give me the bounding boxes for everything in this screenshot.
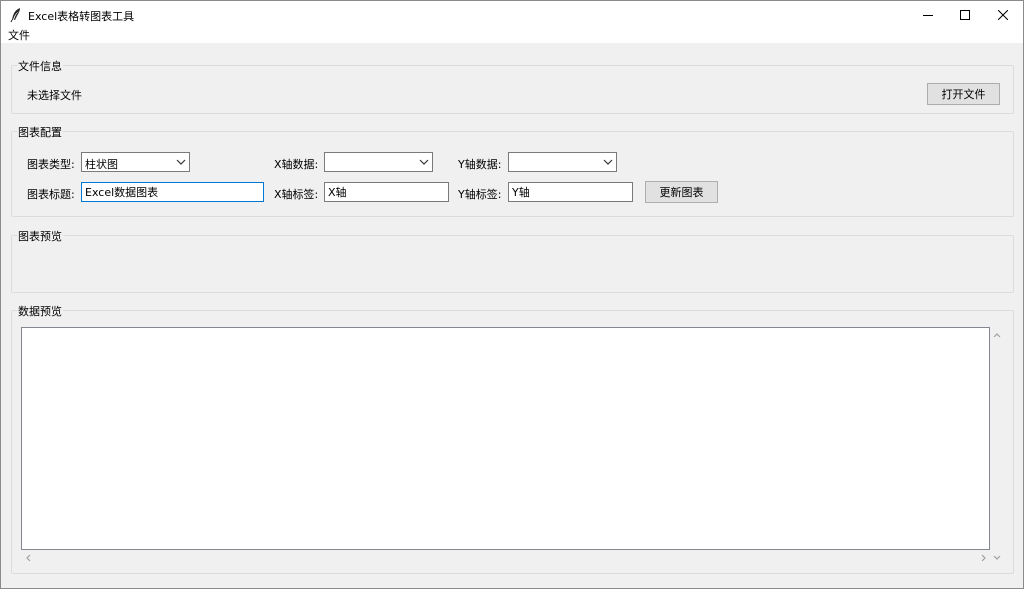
- open-file-button[interactable]: 打开文件: [927, 83, 1000, 105]
- chart-config-group: [11, 131, 1014, 217]
- file-info-group-label: 文件信息: [17, 58, 63, 74]
- chevron-down-icon: [419, 159, 429, 165]
- chart-preview-group-label: 图表预览: [17, 228, 63, 244]
- scroll-right-icon[interactable]: [980, 553, 988, 563]
- chart-preview-group: [11, 235, 1014, 293]
- x-label-label: X轴标签:: [274, 188, 319, 201]
- x-data-label: X轴数据:: [274, 158, 319, 171]
- title-bar[interactable]: Excel表格转图表工具: [1, 1, 1023, 29]
- menu-bar: 文件: [1, 29, 1023, 43]
- minimize-button[interactable]: [909, 1, 947, 29]
- x-label-input[interactable]: [324, 182, 449, 202]
- chart-type-label: 图表类型:: [27, 158, 75, 171]
- menu-file[interactable]: 文件: [8, 29, 30, 43]
- feather-icon: [10, 8, 20, 23]
- x-data-select[interactable]: [324, 152, 433, 172]
- chart-title-input[interactable]: [81, 182, 264, 202]
- update-chart-button[interactable]: 更新图表: [645, 181, 718, 203]
- y-data-select[interactable]: [508, 152, 617, 172]
- chevron-down-icon: [176, 159, 186, 165]
- file-info-group: [11, 65, 1014, 114]
- chart-type-value: 柱状图: [85, 158, 118, 171]
- maximize-icon: [960, 10, 970, 20]
- minimize-icon: [923, 15, 933, 16]
- y-data-label: Y轴数据:: [458, 158, 502, 171]
- y-label-label: Y轴标签:: [458, 188, 502, 201]
- chart-type-select[interactable]: 柱状图: [81, 152, 190, 172]
- file-status-text: 未选择文件: [27, 89, 82, 102]
- maximize-button[interactable]: [946, 1, 984, 29]
- scroll-up-icon[interactable]: [992, 331, 1002, 339]
- chart-title-label: 图表标题:: [27, 188, 75, 201]
- y-label-input[interactable]: [508, 182, 633, 202]
- scroll-down-icon[interactable]: [992, 554, 1002, 562]
- window-title: Excel表格转图表工具: [28, 10, 135, 23]
- close-icon: [998, 10, 1008, 20]
- close-button[interactable]: [984, 1, 1022, 29]
- chevron-down-icon: [603, 159, 613, 165]
- data-preview-text[interactable]: [21, 327, 990, 550]
- app-window: Excel表格转图表工具 文件 文件信息 未选择文件 打开文件 图表配置 图表类…: [0, 0, 1024, 589]
- chart-config-group-label: 图表配置: [17, 124, 63, 140]
- data-preview-group-label: 数据预览: [17, 303, 63, 319]
- scroll-left-icon[interactable]: [24, 553, 32, 563]
